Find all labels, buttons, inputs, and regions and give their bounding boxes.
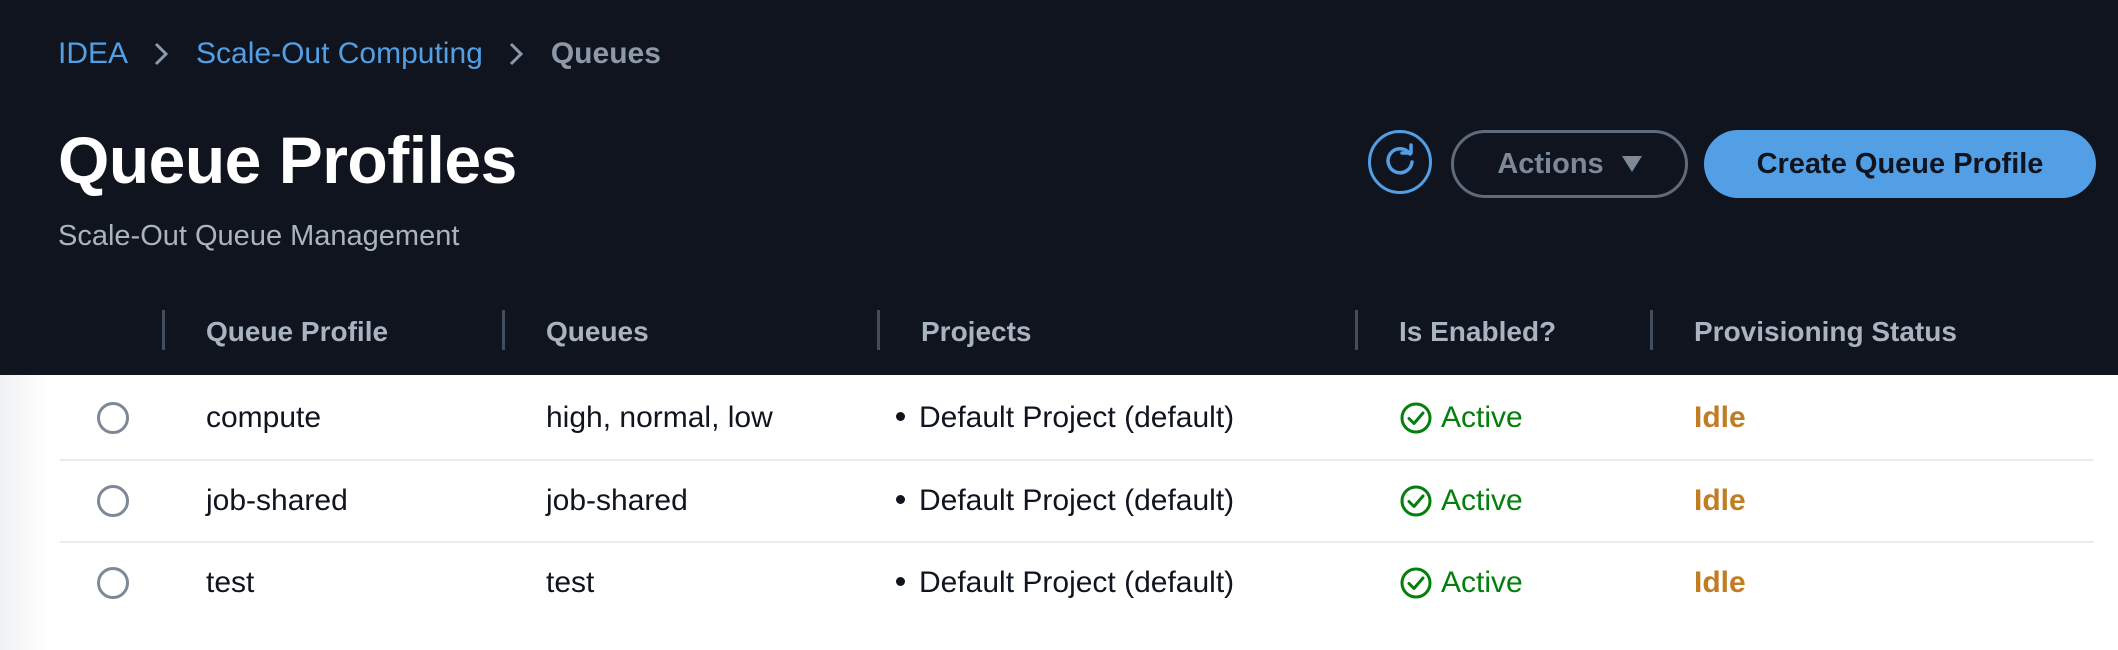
column-header-is-enabled[interactable]: Is Enabled?	[1399, 312, 1556, 352]
actions-label: Actions	[1497, 147, 1604, 180]
cell-is-enabled: Active	[1399, 460, 1523, 542]
project-name: Default Project (default)	[919, 566, 1235, 599]
column-divider[interactable]	[502, 310, 505, 350]
row-select-radio[interactable]	[97, 402, 129, 434]
cell-queues: test	[546, 566, 595, 599]
check-circle-icon	[1399, 484, 1433, 518]
project-name: Default Project (default)	[919, 401, 1235, 434]
left-panel-edge	[0, 375, 48, 650]
breadcrumb: IDEA Scale-Out Computing Queues	[58, 34, 661, 74]
row-select-radio[interactable]	[97, 567, 129, 599]
enabled-status-text: Active	[1441, 401, 1523, 434]
caret-down-icon	[1621, 156, 1642, 172]
project-name: Default Project (default)	[919, 484, 1235, 517]
bullet-icon	[896, 494, 905, 504]
cell-is-enabled: Active	[1399, 542, 1523, 624]
cell-provisioning-status: Idle	[1694, 401, 1746, 434]
column-divider[interactable]	[877, 310, 880, 350]
refresh-icon	[1381, 143, 1419, 181]
bullet-icon	[896, 411, 905, 421]
create-queue-profile-button[interactable]: Create Queue Profile	[1704, 130, 2096, 198]
column-header-provisioning-status[interactable]: Provisioning Status	[1694, 312, 1957, 352]
page-subtitle: Scale-Out Queue Management	[58, 220, 460, 252]
check-circle-icon	[1399, 566, 1433, 600]
enabled-status-text: Active	[1441, 484, 1523, 517]
check-circle-icon	[1399, 401, 1433, 435]
cell-queue-profile: test	[206, 566, 255, 599]
cell-queue-profile: compute	[206, 401, 322, 434]
enabled-status-text: Active	[1441, 566, 1523, 599]
create-queue-profile-label: Create Queue Profile	[1756, 147, 2044, 180]
column-divider[interactable]	[1650, 310, 1653, 350]
column-header-projects[interactable]: Projects	[921, 312, 1032, 352]
cell-projects: Default Project (default)	[896, 377, 1234, 459]
breadcrumb-item-scale-out-computing[interactable]: Scale-Out Computing	[196, 37, 483, 71]
page-title: Queue Profiles	[58, 123, 517, 197]
chevron-right-icon	[505, 42, 527, 66]
row-select-radio[interactable]	[97, 485, 129, 517]
page-header: IDEA Scale-Out Computing Queues Queue Pr…	[0, 0, 2118, 375]
cell-queues: job-shared	[546, 484, 688, 517]
column-header-queue-profile[interactable]: Queue Profile	[206, 312, 388, 352]
cell-provisioning-status: Idle	[1694, 566, 1746, 599]
cell-projects: Default Project (default)	[896, 542, 1234, 624]
breadcrumb-item-idea[interactable]: IDEA	[58, 37, 128, 71]
cell-queues: high, normal, low	[546, 401, 773, 434]
column-header-queues[interactable]: Queues	[546, 312, 649, 352]
table-row[interactable]: compute high, normal, low Default Projec…	[60, 377, 2094, 459]
column-divider[interactable]	[1355, 310, 1358, 350]
refresh-button[interactable]	[1368, 130, 1432, 194]
chevron-right-icon	[150, 42, 172, 66]
cell-queue-profile: job-shared	[206, 484, 348, 517]
cell-projects: Default Project (default)	[896, 460, 1234, 542]
table-row[interactable]: job-shared job-shared Default Project (d…	[60, 460, 2094, 542]
breadcrumb-item-queues: Queues	[550, 37, 661, 70]
cell-is-enabled: Active	[1399, 377, 1523, 459]
actions-button[interactable]: Actions	[1451, 130, 1688, 198]
cell-provisioning-status: Idle	[1694, 484, 1746, 517]
bullet-icon	[896, 576, 905, 586]
column-divider[interactable]	[162, 310, 165, 350]
table-row[interactable]: test test Default Project (default) Acti…	[60, 542, 2094, 624]
